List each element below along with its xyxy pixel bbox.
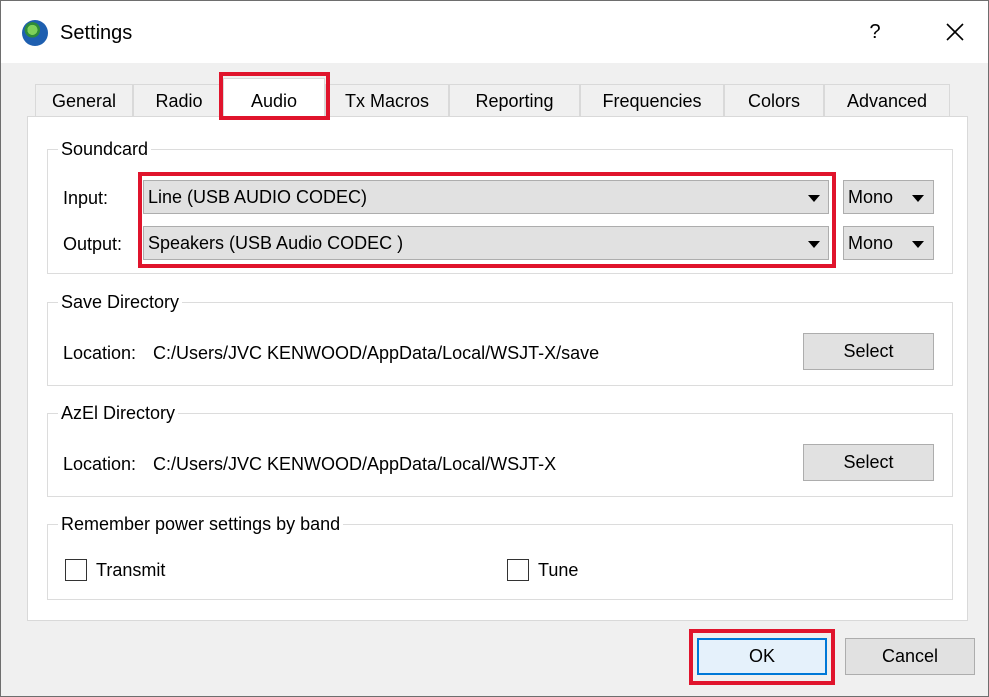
tab-tx-macros[interactable]: Tx Macros (325, 84, 449, 116)
tab-reporting[interactable]: Reporting (449, 84, 580, 116)
azel-location-label: Location: (63, 454, 137, 474)
tab-radio[interactable]: Radio (133, 84, 225, 116)
wsjtx-globe-icon (22, 20, 48, 46)
input-device-value: Line (USB AUDIO CODEC) (148, 187, 368, 207)
power-settings-group (47, 524, 953, 600)
close-icon (946, 23, 964, 41)
chevron-down-icon (808, 195, 820, 202)
output-channel-value: Mono (848, 233, 894, 253)
ok-button[interactable]: OK (697, 638, 827, 675)
save-directory-title: Save Directory (58, 291, 183, 313)
azel-location-path: C:/Users/JVC KENWOOD/AppData/Local/WSJT-… (153, 454, 557, 474)
window-title: Settings (60, 22, 133, 44)
azel-directory-title: AzEl Directory (58, 402, 179, 424)
tab-general[interactable]: General (35, 84, 133, 116)
save-select-button[interactable]: Select (803, 333, 934, 370)
save-location-path: C:/Users/JVC KENWOOD/AppData/Local/WSJT-… (153, 343, 600, 363)
chevron-down-icon (808, 241, 820, 248)
transmit-checkbox[interactable] (65, 559, 87, 581)
help-button[interactable]: ? (855, 12, 895, 52)
chevron-down-icon (912, 241, 924, 248)
title-bar (1, 1, 988, 63)
input-label: Input: (63, 188, 109, 208)
tab-audio[interactable]: Audio (223, 78, 325, 118)
input-channel-select[interactable]: Mono (843, 180, 934, 214)
tab-frequencies[interactable]: Frequencies (580, 84, 724, 116)
tab-colors[interactable]: Colors (724, 84, 824, 116)
tab-advanced[interactable]: Advanced (824, 84, 950, 116)
input-channel-value: Mono (848, 187, 894, 207)
output-channel-select[interactable]: Mono (843, 226, 934, 260)
power-settings-title: Remember power settings by band (58, 513, 344, 535)
save-location-label: Location: (63, 343, 137, 363)
tune-checkbox[interactable] (507, 559, 529, 581)
soundcard-group-title: Soundcard (58, 138, 152, 160)
output-device-select[interactable]: Speakers (USB Audio CODEC ) (143, 226, 829, 260)
transmit-label: Transmit (96, 560, 166, 580)
output-device-value: Speakers (USB Audio CODEC ) (148, 233, 404, 253)
azel-select-button[interactable]: Select (803, 444, 934, 481)
close-button[interactable] (935, 12, 975, 52)
output-label: Output: (63, 234, 123, 254)
chevron-down-icon (912, 195, 924, 202)
cancel-button[interactable]: Cancel (845, 638, 975, 675)
input-device-select[interactable]: Line (USB AUDIO CODEC) (143, 180, 829, 214)
tune-label: Tune (538, 560, 579, 580)
